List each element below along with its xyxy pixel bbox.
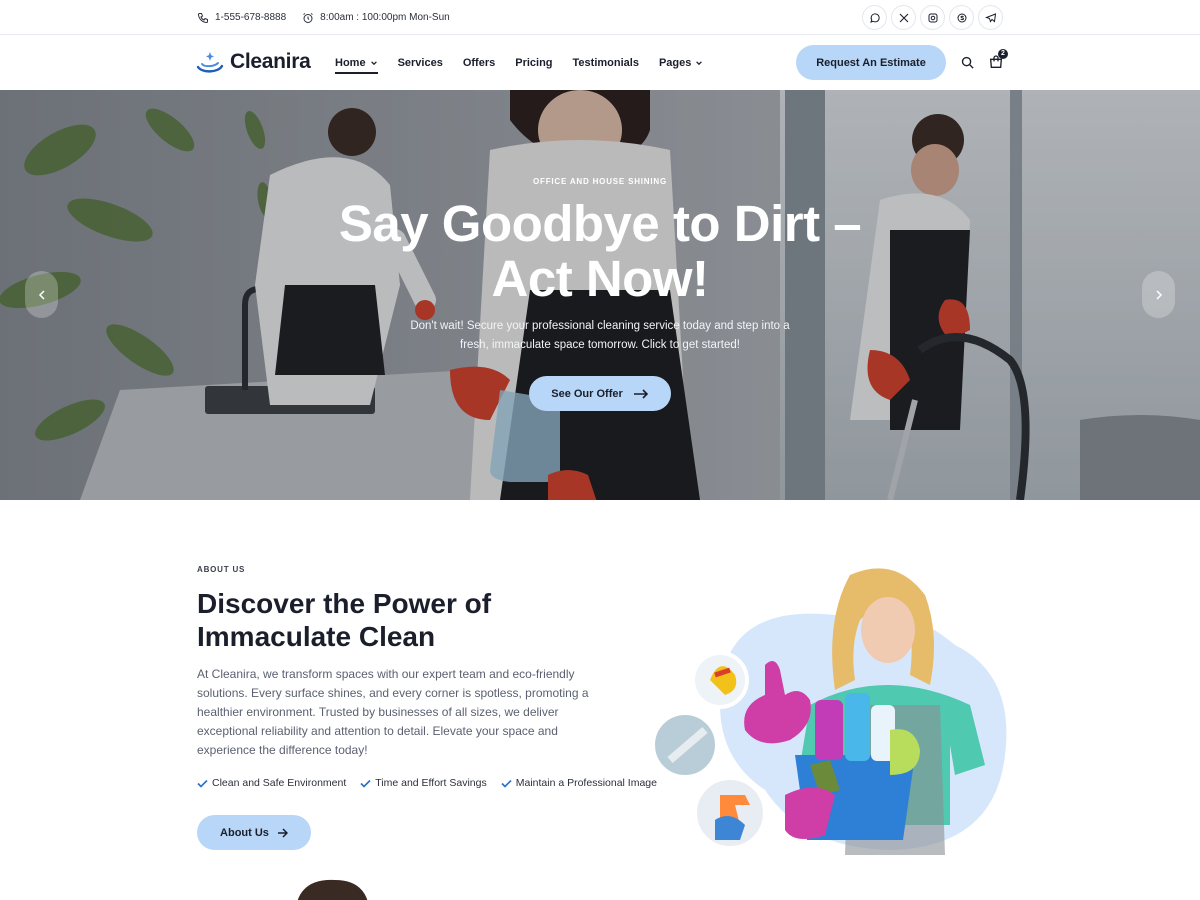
telegram-icon	[984, 12, 996, 23]
instagram-icon	[928, 13, 937, 22]
nav-testimonials[interactable]: Testimonials	[573, 57, 639, 69]
nav-offers[interactable]: Offers	[463, 57, 495, 69]
arrow-right-icon	[277, 827, 288, 838]
nav-pricing[interactable]: Pricing	[515, 57, 552, 69]
nav-label: Testimonials	[572, 56, 639, 69]
hours-text: 8:00am : 100:00pm Mon-Sun	[320, 12, 450, 23]
opening-hours: 8:00am : 100:00pm Mon-Sun	[302, 12, 450, 24]
main-nav: Home Services Offers Pricing Testimonial…	[335, 35, 703, 90]
chevron-right-icon	[1155, 289, 1162, 300]
nav-label: Pricing	[515, 56, 553, 69]
chevron-down-icon	[696, 60, 703, 65]
feature-list: Clean and Safe Environment Time and Effo…	[197, 777, 657, 789]
about-us-button[interactable]: About Us	[197, 815, 311, 850]
check-icon	[360, 779, 371, 788]
nav-label: Offers	[462, 56, 496, 69]
contact-info: 1-555-678-8888 8:00am : 100:00pm Mon-Sun	[197, 0, 450, 35]
nav-services[interactable]: Services	[398, 57, 443, 69]
search-icon[interactable]	[960, 55, 975, 70]
telegram-link[interactable]	[978, 5, 1003, 30]
cart-button[interactable]: 2	[988, 49, 1008, 70]
nav-label: Pages	[658, 56, 692, 69]
feature-item: Time and Effort Savings	[360, 777, 487, 789]
next-section-image	[297, 879, 368, 900]
chevron-down-icon	[370, 60, 377, 65]
button-label: See Our Offer	[551, 387, 623, 400]
feature-item: Maintain a Professional Image	[501, 777, 657, 789]
alarm-clock-icon	[303, 12, 313, 23]
main-header: Cleanira Home Services Offers Pricing Te…	[0, 35, 1200, 90]
phone-contact[interactable]: 1-555-678-8888	[197, 12, 286, 24]
hero-slider: OFFICE AND HOUSE SHINING Say Goodbye to …	[0, 90, 1200, 500]
button-label: About Us	[220, 826, 269, 839]
nav-label: Home	[335, 56, 366, 69]
social-links	[862, 5, 1003, 30]
feature-label: Clean and Safe Environment	[212, 777, 347, 789]
request-estimate-button[interactable]: Request An Estimate	[796, 45, 946, 80]
check-icon	[197, 779, 208, 788]
feature-label: Maintain a Professional Image	[515, 777, 657, 789]
hero-title: Say Goodbye to Dirt – Act Now!	[338, 195, 862, 307]
skype-icon	[957, 13, 966, 22]
logo-icon	[196, 52, 224, 73]
nav-home[interactable]: Home	[335, 56, 378, 74]
feature-item: Clean and Safe Environment	[197, 777, 346, 789]
slider-prev-button[interactable]	[25, 271, 58, 318]
x-link[interactable]	[891, 5, 916, 30]
slider-next-button[interactable]	[1142, 271, 1175, 318]
whatsapp-icon	[869, 12, 880, 23]
chevron-left-icon	[38, 289, 45, 300]
phone-icon	[197, 12, 208, 23]
nav-label: Services	[397, 56, 443, 69]
about-kicker: ABOUT US	[197, 565, 246, 574]
about-description: At Cleanira, we transform spaces with ou…	[197, 667, 589, 757]
hero-description: Don't wait! Secure your professional cle…	[410, 320, 790, 351]
x-icon	[899, 13, 908, 22]
skype-link[interactable]	[949, 5, 974, 30]
check-icon	[501, 779, 512, 788]
about-illustration	[651, 568, 1007, 855]
about-title: Discover the Power of Immaculate Clean	[197, 588, 492, 652]
brand-logo[interactable]: Cleanira	[196, 49, 311, 75]
feature-label: Time and Effort Savings	[375, 777, 487, 789]
cart-count-badge: 2	[998, 49, 1008, 59]
brand-name: Cleanira	[230, 50, 311, 73]
whatsapp-link[interactable]	[862, 5, 887, 30]
top-bar: 1-555-678-8888 8:00am : 100:00pm Mon-Sun	[0, 0, 1200, 35]
nav-pages[interactable]: Pages	[659, 57, 703, 69]
phone-number: 1-555-678-8888	[215, 12, 287, 23]
instagram-link[interactable]	[920, 5, 945, 30]
arrow-right-icon	[633, 388, 648, 399]
hero-content: OFFICE AND HOUSE SHINING Say Goodbye to …	[0, 90, 1200, 500]
hero-kicker: OFFICE AND HOUSE SHINING	[532, 177, 668, 186]
see-our-offer-button[interactable]: See Our Offer	[529, 376, 671, 411]
